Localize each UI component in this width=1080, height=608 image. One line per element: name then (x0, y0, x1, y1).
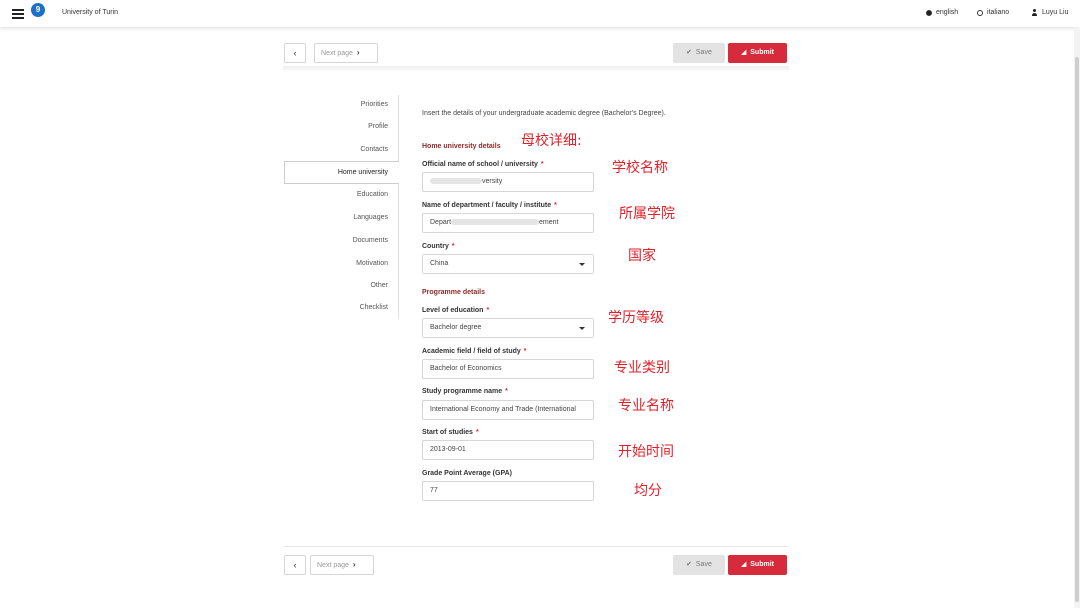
top-navigation: ‹ Next page › ✔ Save ◢ Submit (284, 43, 788, 63)
next-page-button[interactable]: Next page › (314, 43, 378, 63)
required-asterisk: * (486, 307, 490, 314)
submit-label: Submit (750, 561, 774, 568)
gpa-input[interactable]: 77 (422, 481, 594, 501)
top-bar: 9 University of Turin english italiano L… (0, 0, 1080, 27)
previous-page-button[interactable]: ‹ (284, 555, 306, 575)
annotation-gpa: 均分 (634, 483, 662, 499)
start-input[interactable]: 2013-09-01 (422, 440, 594, 460)
sidebar-item-home-university[interactable]: Home university (284, 161, 399, 184)
send-icon: ◢ (740, 49, 747, 56)
department-field[interactable]: Depart ement (422, 213, 594, 233)
redacted-text (430, 178, 482, 185)
save-button[interactable]: ✔ Save (673, 555, 725, 575)
field-of-study-label: Academic field / field of study * (422, 348, 527, 355)
sidebar-item-profile[interactable]: Profile (368, 123, 388, 130)
sidebar-divider (398, 95, 399, 319)
school-name-field[interactable]: versity (422, 172, 594, 192)
start-label: Start of studies * (422, 429, 479, 436)
language-italiano[interactable]: italiano (977, 9, 1009, 16)
scrollbar[interactable] (1074, 27, 1080, 608)
required-asterisk: * (540, 161, 544, 168)
previous-page-button[interactable]: ‹ (284, 43, 306, 63)
next-page-button[interactable]: Next page › (310, 555, 374, 575)
sidebar-item-documents[interactable]: Documents (353, 237, 388, 244)
required-asterisk: * (505, 388, 508, 395)
country-select[interactable]: China (422, 254, 594, 274)
level-select[interactable]: Bachelor degree (422, 318, 594, 338)
check-icon: ✔ (686, 49, 692, 56)
divider (283, 66, 789, 72)
annotation-school: 学校名称 (612, 160, 668, 176)
language-label: italiano (987, 9, 1010, 16)
submit-label: Submit (750, 49, 774, 56)
sidebar-item-contacts[interactable]: Contacts (360, 146, 388, 153)
annotation-field: 专业类别 (614, 360, 670, 376)
annotation-start: 开始时间 (618, 444, 674, 460)
sidebar-item-languages[interactable]: Languages (353, 214, 388, 221)
next-page-label: Next page (317, 562, 349, 569)
required-asterisk: * (475, 429, 479, 436)
sidebar-item-other[interactable]: Other (370, 282, 388, 289)
brand-title: University of Turin (62, 9, 119, 16)
divider (284, 546, 788, 547)
radio-selected-icon (926, 9, 932, 16)
annotation-country: 国家 (628, 248, 656, 264)
department-label: Name of department / faculty / institute… (422, 202, 557, 209)
sidebar-item-checklist[interactable]: Checklist (360, 304, 388, 311)
user-menu[interactable]: Luyu Liu (1031, 9, 1068, 16)
gpa-label: Grade Point Average (GPA) (422, 470, 512, 477)
send-icon: ◢ (740, 561, 747, 568)
annotation-programme: 专业名称 (618, 398, 674, 414)
programme-label: Study programme name * (422, 388, 508, 395)
required-asterisk: * (523, 348, 527, 355)
section-home-university-details: Home university details (422, 143, 501, 150)
chevron-right-icon: › (352, 560, 356, 569)
next-page-label: Next page (321, 50, 353, 57)
notification-badge[interactable]: 9 (31, 3, 45, 17)
country-label: Country * (422, 243, 455, 250)
level-label: Level of education * (422, 307, 490, 314)
submit-button[interactable]: ◢ Submit (728, 43, 787, 63)
chevron-right-icon: › (356, 48, 360, 57)
annotation-home-details: 母校详细: (521, 133, 582, 149)
save-label: Save (695, 561, 712, 568)
sidebar-item-priorities[interactable]: Priorities (361, 101, 388, 108)
school-name-label: Official name of school / university * (422, 161, 544, 168)
chevron-left-icon: ‹ (293, 48, 297, 58)
save-label: Save (695, 49, 712, 56)
language-label: english (936, 9, 959, 16)
required-asterisk: * (554, 202, 557, 209)
check-icon: ✔ (686, 561, 692, 568)
bottom-navigation: ‹ Next page › ✔ Save ◢ Submit (284, 555, 788, 575)
caret-down-icon (579, 327, 585, 330)
submit-button[interactable]: ◢ Submit (728, 555, 787, 575)
language-english[interactable]: english (926, 9, 958, 16)
user-icon (1031, 9, 1038, 16)
field-of-study-input[interactable]: Bachelor of Economics (422, 359, 594, 379)
programme-input[interactable]: International Economy and Trade (Interna… (422, 400, 594, 420)
scrollbar-thumb[interactable] (1075, 57, 1079, 602)
annotation-department: 所属学院 (619, 206, 675, 222)
annotation-level: 学历等级 (608, 310, 664, 326)
menu-icon[interactable] (12, 9, 24, 19)
radio-unselected-icon (977, 9, 983, 16)
user-name: Luyu Liu (1042, 9, 1069, 16)
save-button[interactable]: ✔ Save (673, 43, 725, 63)
chevron-left-icon: ‹ (293, 560, 297, 570)
redacted-text (451, 219, 540, 226)
sidebar-item-education[interactable]: Education (357, 191, 388, 198)
sidebar-item-motivation[interactable]: Motivation (356, 260, 388, 267)
required-asterisk: * (451, 243, 455, 250)
form-intro: Insert the details of your undergraduate… (422, 110, 666, 117)
caret-down-icon (579, 263, 585, 266)
section-programme-details: Programme details (422, 289, 486, 296)
